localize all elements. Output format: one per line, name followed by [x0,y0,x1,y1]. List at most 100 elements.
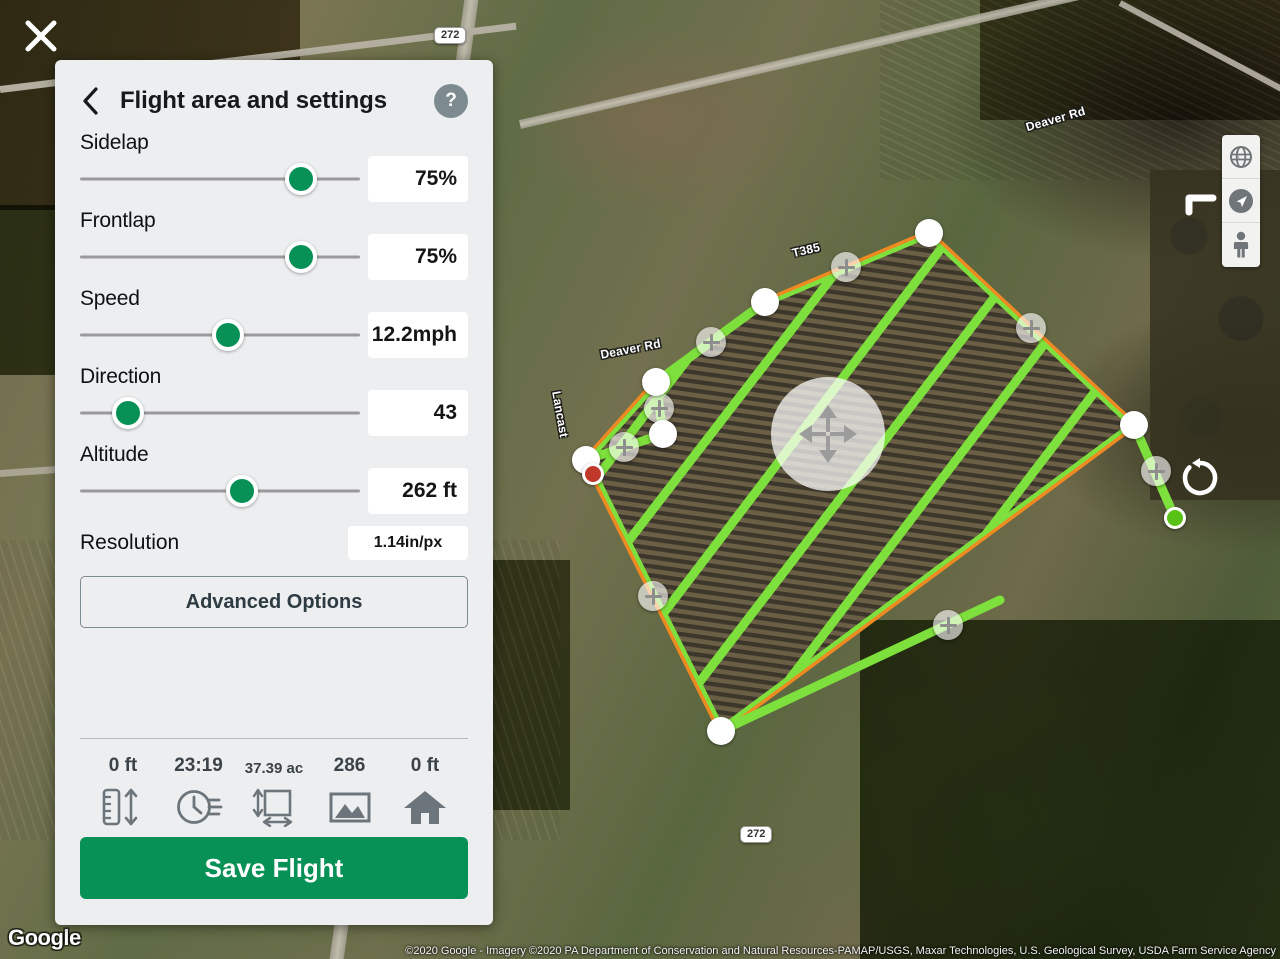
add-vertex-handle[interactable] [1141,456,1171,486]
slider-thumb[interactable] [285,241,317,273]
setting-sidelap: Sidelap 75% [80,131,468,202]
move-arrows-icon [796,402,860,466]
route-shield-272-top: 272 [434,27,466,44]
stat-area: 37.39 ac [237,760,311,827]
speed-slider[interactable] [80,312,360,358]
polygon-vertex-handle[interactable] [915,219,943,247]
sidelap-slider[interactable] [80,156,360,202]
setting-resolution: Resolution 1.14in/px [80,526,468,560]
add-vertex-handle[interactable] [638,581,668,611]
save-flight-button[interactable]: Save Flight [80,837,468,899]
setting-label-altitude: Altitude [80,443,468,467]
advanced-options-button[interactable]: Advanced Options [80,576,468,628]
clock-battery-icon [175,785,223,827]
plus-icon [1148,463,1165,480]
map-field [860,620,1280,959]
frontlap-value[interactable]: 75% [368,234,468,280]
area-size-icon [251,785,297,827]
setting-frontlap: Frontlap 75% [80,209,468,280]
add-vertex-handle[interactable] [609,432,639,462]
flight-stats: 0 ft 23:19 [80,739,468,837]
navigation-arrow-icon [1228,188,1254,214]
plus-icon [940,617,957,634]
app-screen: Deaver Rd Deaver Rd T385 Lancast 272 272 [0,0,1280,959]
slider-track [80,490,360,493]
stat-value: 37.39 ac [245,760,303,777]
polygon-vertex-handle[interactable] [649,420,677,448]
flight-settings-panel: Flight area and settings ? Sidelap 75% F… [55,60,493,925]
close-x-icon[interactable] [24,19,58,53]
help-button[interactable]: ? [434,84,468,118]
slider-thumb[interactable] [226,475,258,507]
setting-direction: Direction 43 [80,365,468,436]
slider-thumb[interactable] [212,319,244,351]
move-area-handle[interactable] [771,377,885,491]
road-label-lancaster: Lancast [549,390,571,438]
page-title: Flight area and settings [120,87,416,115]
setting-altitude: Altitude 262 ft [80,443,468,514]
ruler-height-icon [100,785,146,827]
add-vertex-handle[interactable] [831,252,861,282]
altitude-slider[interactable] [80,468,360,514]
polygon-vertex-handle[interactable] [642,368,670,396]
street-view-pegman[interactable] [1222,223,1260,267]
pegman-icon [1230,231,1252,259]
plus-icon [651,400,668,417]
setting-label-direction: Direction [80,365,468,389]
rotate-area-handle[interactable] [1177,455,1223,501]
road-label-deaver-lower: Deaver Rd [599,336,662,361]
stat-flight-time: 23:19 [162,755,236,827]
stat-value: 0 ft [109,755,138,777]
rotate-icon [1179,457,1221,499]
polygon-vertex-handle[interactable] [1120,411,1148,439]
altitude-value[interactable]: 262 ft [368,468,468,514]
my-location-button[interactable] [1222,179,1260,223]
plus-icon [838,259,855,276]
map-type-toggle[interactable] [1222,135,1260,179]
slider-track [80,178,360,181]
stat-value: 0 ft [411,755,440,777]
resolution-label: Resolution [80,531,348,555]
road-label-t385: T385 [791,240,822,260]
flight-end-marker[interactable] [1164,507,1186,529]
chevron-left-icon[interactable] [80,86,102,116]
resolution-value: 1.14in/px [348,526,468,560]
setting-speed: Speed 12.2mph [80,287,468,358]
add-vertex-handle[interactable] [696,327,726,357]
stat-image-count: 286 [313,755,387,827]
google-logo: Google [8,925,81,951]
stat-terrain-height: 0 ft [86,755,160,827]
photo-image-icon [327,785,373,827]
plus-icon [1023,320,1040,337]
setting-label-frontlap: Frontlap [80,209,468,233]
flight-start-marker[interactable] [582,463,604,485]
plus-icon [703,334,720,351]
compass-north-icon [1185,182,1219,222]
add-vertex-handle[interactable] [933,610,963,640]
add-vertex-handle[interactable] [644,393,674,423]
stat-value: 286 [334,755,366,777]
polygon-vertex-handle[interactable] [707,717,735,745]
stat-home-distance: 0 ft [388,755,462,827]
slider-thumb[interactable] [285,163,317,195]
add-vertex-handle[interactable] [1016,313,1046,343]
slider-track [80,256,360,259]
polygon-vertex-handle[interactable] [751,288,779,316]
direction-slider[interactable] [80,390,360,436]
setting-label-sidelap: Sidelap [80,131,468,155]
setting-label-speed: Speed [80,287,468,311]
panel-header: Flight area and settings ? [80,60,468,124]
route-shield-272-bottom: 272 [740,826,772,843]
plus-icon [616,439,633,456]
sidelap-value[interactable]: 75% [368,156,468,202]
direction-value[interactable]: 43 [368,390,468,436]
home-icon [402,785,448,827]
globe-icon [1229,145,1253,169]
map-controls [1222,135,1260,267]
plus-icon [645,588,662,605]
slider-thumb[interactable] [112,397,144,429]
stat-value: 23:19 [174,755,223,777]
map-attribution: ©2020 Google - Imagery ©2020 PA Departme… [405,945,1276,957]
speed-value[interactable]: 12.2mph [368,312,468,358]
frontlap-slider[interactable] [80,234,360,280]
